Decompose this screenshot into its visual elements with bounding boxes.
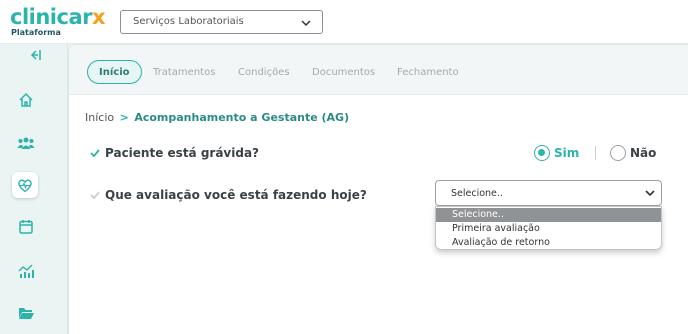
dropdown-option[interactable]: Selecione.. — [436, 208, 661, 222]
breadcrumb-current: Acompanhamento a Gestante (AG) — [134, 111, 350, 124]
tab-fechamento[interactable]: Fechamento — [397, 61, 459, 85]
app-logo[interactable]: clinicarx Plataforma — [10, 5, 106, 37]
radio-nao-label: Não — [630, 146, 657, 160]
sidebar-item-calendar[interactable] — [16, 216, 36, 236]
sidebar-item-monitoring[interactable] — [12, 172, 38, 198]
radio-divider — [595, 146, 596, 160]
evaluation-select[interactable]: Selecione.. — [435, 180, 662, 206]
tab-bar: Início Tratamentos Condições Documentos … — [69, 45, 688, 95]
tab-documentos[interactable]: Documentos — [312, 61, 375, 85]
radio-sim-label: Sim — [554, 146, 580, 160]
radio-checked-icon — [534, 145, 550, 161]
logo-wordmark: clinicarx — [10, 5, 106, 29]
sidebar-item-home[interactable] — [16, 90, 36, 110]
tab-condicoes[interactable]: Condições — [238, 61, 290, 85]
chevron-down-icon — [645, 190, 655, 197]
breadcrumb-root[interactable]: Início — [85, 111, 114, 124]
folder-icon — [19, 308, 34, 319]
sidebar-item-files[interactable] — [16, 303, 36, 323]
sidebar-item-patients[interactable] — [16, 133, 36, 153]
collapse-sidebar-icon[interactable] — [28, 48, 42, 62]
chevron-down-icon — [301, 20, 311, 27]
top-bar: clinicarx Plataforma Serviços Laboratori… — [0, 0, 688, 44]
sidebar-item-reports[interactable] — [16, 261, 36, 281]
heart-monitor-icon — [18, 179, 32, 192]
service-select-value: Serviços Laboratoriais — [133, 16, 244, 27]
evaluation-dropdown-list: Selecione.. Primeira avaliação Avaliação… — [435, 206, 662, 250]
service-select[interactable]: Serviços Laboratoriais — [120, 10, 323, 34]
tab-tratamentos[interactable]: Tratamentos — [153, 61, 215, 85]
calendar-icon — [19, 219, 33, 234]
dropdown-option[interactable]: Primeira avaliação — [436, 222, 661, 236]
tab-inicio[interactable]: Início — [87, 60, 142, 84]
question-pregnant-label: Paciente está grávida? — [105, 146, 260, 160]
radio-unchecked-icon — [610, 145, 626, 161]
breadcrumb: Início > Acompanhamento a Gestante (AG) — [85, 111, 349, 124]
form-card: Início Tratamentos Condições Documentos … — [68, 44, 688, 334]
radio-nao[interactable]: Não — [610, 145, 656, 161]
users-icon — [17, 137, 35, 149]
breadcrumb-separator: > — [119, 111, 129, 124]
question-evaluation-label: Que avaliação você está fazendo hoje? — [105, 188, 367, 202]
main-content: Início Tratamentos Condições Documentos … — [68, 44, 688, 334]
radio-sim[interactable]: Sim — [534, 145, 579, 161]
evaluation-select-value: Selecione.. — [451, 188, 503, 199]
checkmark-icon — [90, 149, 100, 158]
sidebar — [0, 44, 68, 334]
checkmark-icon — [90, 191, 100, 200]
dropdown-option[interactable]: Avaliação de retorno — [436, 236, 661, 249]
chart-icon — [18, 264, 34, 278]
home-icon — [19, 93, 33, 107]
logo-subtitle: Plataforma — [11, 28, 61, 37]
